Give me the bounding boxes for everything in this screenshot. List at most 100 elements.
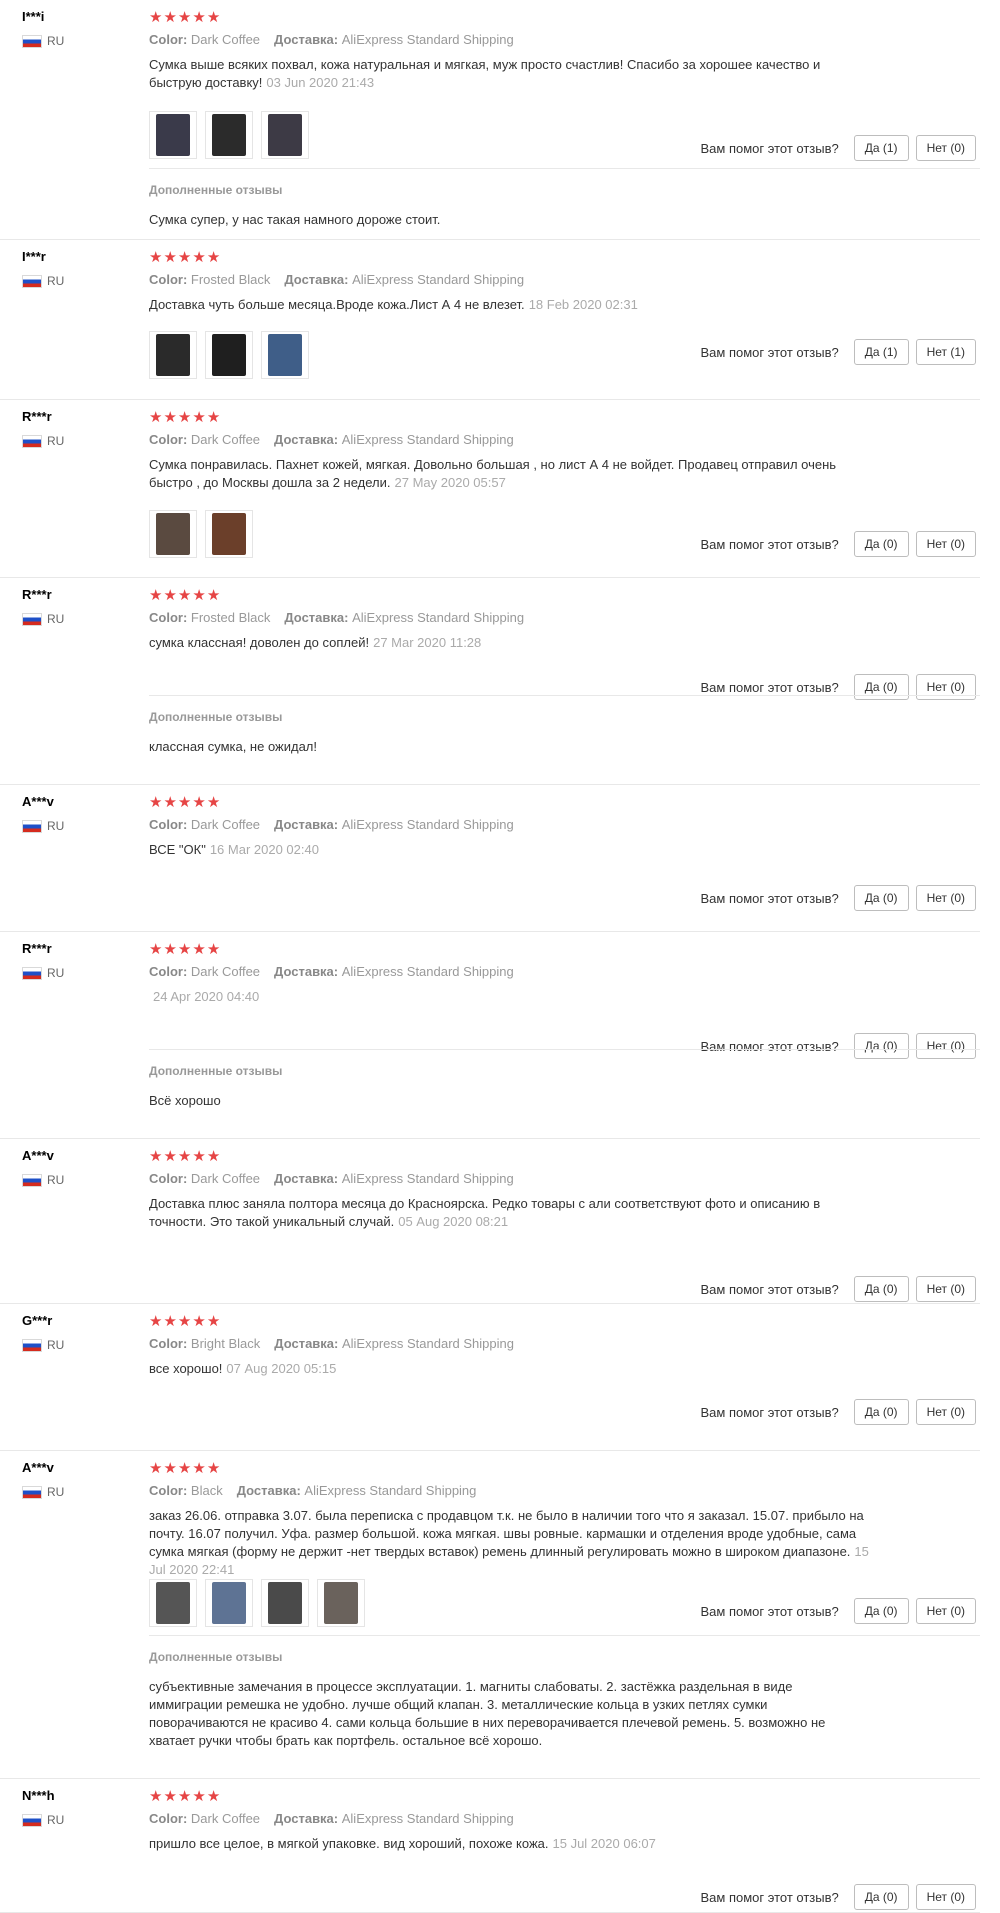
star-icon: ★ bbox=[177, 1788, 192, 1805]
review-body: ★★★★★ Color: Black Доставка: AliExpress St… bbox=[149, 1460, 980, 1627]
shipping-value: AliExpress Standard Shipping bbox=[341, 32, 514, 47]
review-text: ВСЕ "ОК" 16 Mar 2020 02:40 bbox=[149, 841, 874, 859]
rating-stars: ★★★★★ bbox=[149, 409, 980, 427]
review-item: I***r RU ★★★★★ Color: Frosted Black Доставка… bbox=[0, 240, 980, 400]
color-label: Color: bbox=[149, 32, 188, 47]
rating-stars: ★★★★★ bbox=[149, 1313, 980, 1331]
reviewer-name: R***r bbox=[22, 587, 52, 602]
star-icon: ★ bbox=[149, 1460, 163, 1477]
reviewer-name: A***v bbox=[22, 794, 54, 809]
vote-yes-button[interactable]: Да (0) bbox=[853, 531, 909, 557]
review-attributes: Color: Black Доставка: AliExpress Standar… bbox=[149, 1482, 980, 1500]
star-icon: ★ bbox=[177, 1460, 192, 1477]
star-icon: ★ bbox=[206, 1460, 221, 1477]
review-photo-thumbnail[interactable] bbox=[205, 331, 253, 379]
vote-no-button[interactable]: Нет (0) bbox=[915, 1276, 976, 1302]
shipping-label: Доставка: bbox=[274, 817, 339, 832]
reviewer-country: RU bbox=[22, 1172, 142, 1188]
review-photo-thumbnail[interactable] bbox=[261, 1579, 309, 1627]
vote-yes-button[interactable]: Да (0) bbox=[853, 1399, 909, 1425]
star-icon: ★ bbox=[149, 794, 163, 811]
review-photos bbox=[149, 510, 261, 558]
star-icon: ★ bbox=[192, 9, 206, 26]
star-icon: ★ bbox=[192, 409, 206, 426]
review-text: пришло все целое, в мягкой упаковке. вид… bbox=[149, 1835, 874, 1853]
color-label: Color: bbox=[149, 1336, 188, 1351]
review-item: G***r RU ★★★★★ Color: Bright Black Доставка:… bbox=[0, 1304, 980, 1451]
reviewer-country: RU bbox=[22, 1337, 142, 1353]
helpful-vote: Вам помог этот отзыв? Да (1) Нет (0) bbox=[701, 135, 976, 161]
review-photo-thumbnail[interactable] bbox=[261, 331, 309, 379]
reviewer-info: G***r RU bbox=[22, 1313, 142, 1353]
review-photo-thumbnail[interactable] bbox=[149, 510, 197, 558]
review-text: Доставка плюс заняла полтора месяца до К… bbox=[149, 1195, 874, 1231]
color-label: Color: bbox=[149, 610, 188, 625]
helpful-vote: Вам помог этот отзыв? Да (0) Нет (0) bbox=[701, 1399, 976, 1425]
vote-yes-button[interactable]: Да (1) bbox=[853, 339, 909, 365]
shipping-label: Доставка: bbox=[236, 1483, 301, 1498]
vote-yes-button[interactable]: Да (1) bbox=[853, 135, 909, 161]
vote-yes-button[interactable]: Да (0) bbox=[853, 1884, 909, 1910]
russia-flag-icon bbox=[22, 434, 42, 448]
additional-review: Дополненные отзывы Всё хорошо bbox=[149, 1049, 980, 1110]
review-photo-thumbnail[interactable] bbox=[149, 1579, 197, 1627]
reviewer-name: N***h bbox=[22, 1788, 55, 1803]
review-photo-thumbnail[interactable] bbox=[317, 1579, 365, 1627]
review-photo-thumbnail[interactable] bbox=[149, 111, 197, 159]
shipping-value: AliExpress Standard Shipping bbox=[341, 432, 514, 447]
star-icon: ★ bbox=[177, 941, 192, 958]
vote-no-button[interactable]: Нет (0) bbox=[915, 885, 976, 911]
review-photo-thumbnail[interactable] bbox=[205, 510, 253, 558]
vote-yes-button[interactable]: Да (0) bbox=[853, 885, 909, 911]
shipping-value: AliExpress Standard Shipping bbox=[341, 1336, 514, 1351]
shipping-label: Доставка: bbox=[274, 1171, 339, 1186]
star-icon: ★ bbox=[163, 1788, 177, 1805]
review-text: Доставка чуть больше месяца.Вроде кожа.Л… bbox=[149, 296, 874, 314]
russia-flag-icon bbox=[22, 274, 42, 288]
country-code: RU bbox=[47, 34, 65, 48]
star-icon: ★ bbox=[206, 941, 221, 958]
country-code: RU bbox=[47, 819, 65, 833]
helpful-question: Вам помог этот отзыв? bbox=[700, 890, 839, 906]
review-text: Сумка выше всяких похвал, кожа натуральн… bbox=[149, 56, 874, 92]
review-item: N***h RU ★★★★★ Color: Dark Coffee Доставка: … bbox=[0, 1779, 980, 1913]
vote-yes-button[interactable]: Да (0) bbox=[853, 1276, 909, 1302]
reviewer-country: RU bbox=[22, 611, 142, 627]
vote-yes-button[interactable]: Да (0) bbox=[853, 1598, 909, 1624]
star-icon: ★ bbox=[163, 1313, 177, 1330]
review-content: ВСЕ "ОК" bbox=[149, 842, 206, 857]
review-date: 16 Mar 2020 02:40 bbox=[209, 842, 319, 857]
vote-no-button[interactable]: Нет (0) bbox=[915, 531, 976, 557]
shipping-label: Доставка: bbox=[274, 964, 339, 979]
review-photo-thumbnail[interactable] bbox=[149, 331, 197, 379]
helpful-vote: Вам помог этот отзыв? Да (0) Нет (0) bbox=[700, 1276, 976, 1302]
helpful-vote: Вам помог этот отзыв? Да (0) Нет (0) bbox=[701, 531, 976, 557]
review-photo-thumbnail[interactable] bbox=[205, 1579, 253, 1627]
shipping-label: Доставка: bbox=[274, 432, 339, 447]
star-icon: ★ bbox=[206, 409, 221, 426]
additional-review: Дополненные отзывы классная сумка, не ожи… bbox=[149, 695, 980, 756]
star-icon: ★ bbox=[177, 409, 192, 426]
additional-review-text: Всё хорошо bbox=[149, 1093, 221, 1108]
helpful-question: Вам помог этот отзыв? bbox=[700, 1281, 839, 1297]
vote-no-button[interactable]: Нет (1) bbox=[915, 339, 976, 365]
vote-no-button[interactable]: Нет (0) bbox=[915, 1598, 976, 1624]
star-icon: ★ bbox=[192, 1460, 206, 1477]
reviewer-country: RU bbox=[22, 433, 142, 449]
additional-review-title: Дополненные отзывы bbox=[149, 1064, 283, 1078]
vote-no-button[interactable]: Нет (0) bbox=[915, 1399, 976, 1425]
reviewer-name: A***v bbox=[22, 1148, 54, 1163]
star-icon: ★ bbox=[149, 587, 163, 604]
additional-review-title: Дополненные отзывы bbox=[149, 183, 283, 197]
review-attributes: Color: Frosted Black Доставка: AliExpress… bbox=[149, 271, 980, 289]
review-attributes: Color: Dark Coffee Доставка: AliExpress S… bbox=[149, 431, 980, 449]
vote-no-button[interactable]: Нет (0) bbox=[915, 1884, 976, 1910]
rating-stars: ★★★★★ bbox=[149, 1460, 980, 1478]
reviewer-country: RU bbox=[22, 273, 142, 289]
review-photo-thumbnail[interactable] bbox=[261, 111, 309, 159]
vote-no-button[interactable]: Нет (0) bbox=[915, 135, 976, 161]
reviewer-country: RU bbox=[22, 33, 142, 49]
review-date: 05 Aug 2020 08:21 bbox=[398, 1214, 509, 1229]
review-photo-thumbnail[interactable] bbox=[205, 111, 253, 159]
review-body: ★★★★★ Color: Dark Coffee Доставка: AliExpr… bbox=[149, 1788, 980, 1910]
